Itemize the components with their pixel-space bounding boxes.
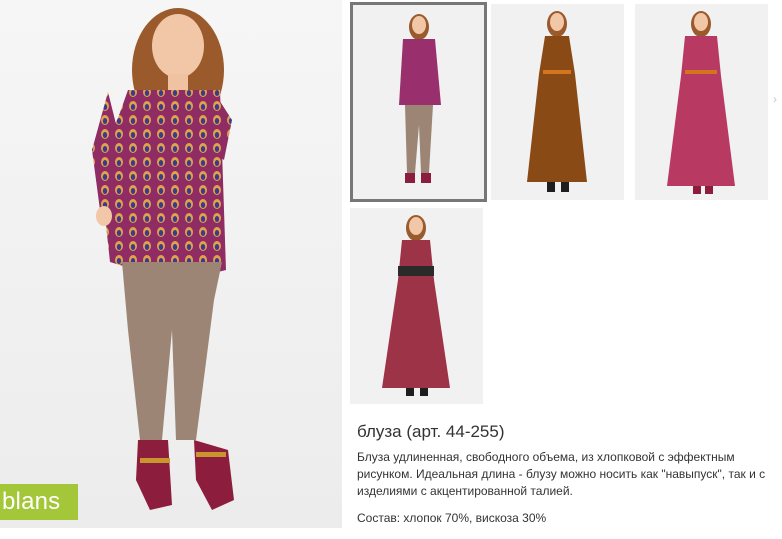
brand-logo: blans: [0, 484, 78, 520]
blouse-image: [399, 14, 441, 183]
red-dress-image: [667, 11, 735, 194]
brown-dress-image: [527, 11, 587, 192]
thumbnail-ikat-maxi-dress[interactable]: [350, 208, 483, 404]
product-composition: Состав: хлопок 70%, вискоза 30%: [357, 511, 547, 525]
thumbnail-brown-maxi-dress[interactable]: [491, 4, 624, 200]
thumbnail-red-maxi-dress[interactable]: [635, 4, 768, 200]
ikat-dress-image: [382, 215, 450, 396]
thumbnail-blouse[interactable]: [350, 2, 487, 202]
main-product-photo: blans: [0, 0, 342, 528]
product-description: Блуза удлиненная, свободного объема, из …: [357, 450, 766, 498]
chevron-right-icon[interactable]: ›: [768, 92, 782, 106]
product-title: блуза (арт. 44-255): [357, 422, 505, 441]
model-illustration: [92, 8, 234, 510]
